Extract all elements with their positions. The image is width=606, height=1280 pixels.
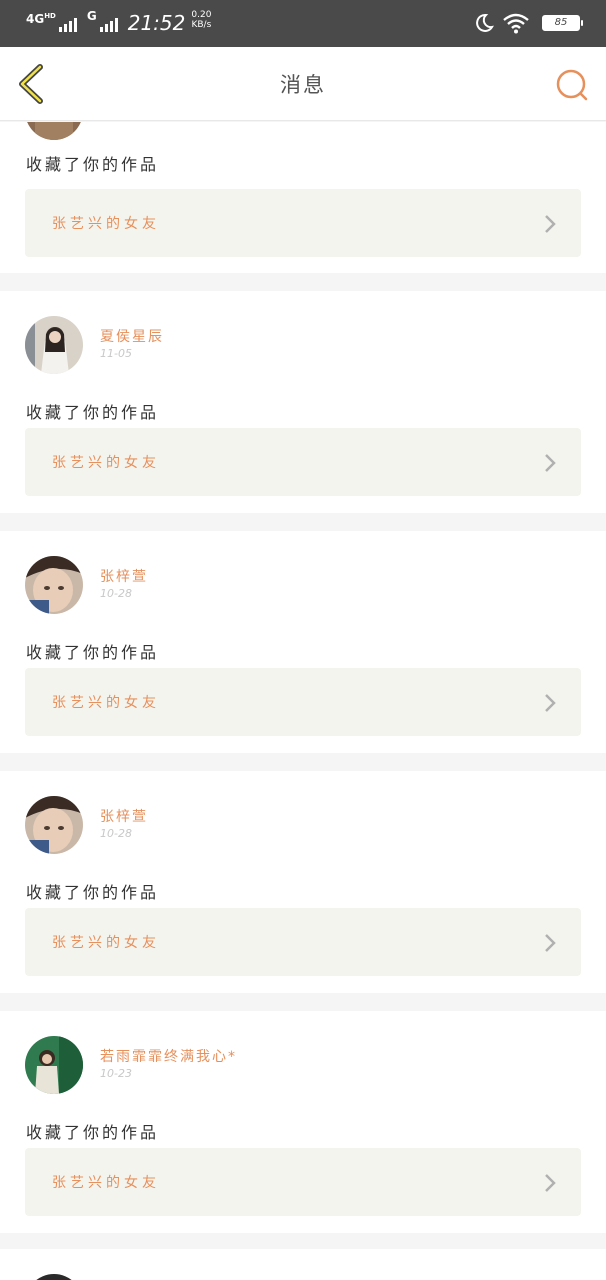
list-item[interactable]: 收藏了你的作品 张艺兴的女友 [0, 122, 606, 273]
chevron-right-icon [545, 934, 556, 952]
avatar [25, 1036, 83, 1094]
notification-action: 收藏了你的作品 [26, 403, 160, 422]
search-icon[interactable] [554, 67, 590, 103]
signal-icon-2 [99, 12, 120, 32]
chevron-right-icon [545, 454, 556, 472]
notification-action: 收藏了你的作品 [26, 155, 160, 174]
work-title: 张艺兴的女友 [52, 1175, 160, 1191]
network-type-2: G [86, 9, 97, 23]
avatar [25, 556, 83, 614]
wifi-icon [503, 13, 529, 34]
avatar [25, 1274, 83, 1280]
avatar [25, 122, 83, 140]
work-title: 张艺兴的女友 [52, 935, 160, 951]
battery-icon: 85 [542, 15, 583, 31]
username[interactable]: 张梓萱 [100, 806, 148, 826]
notification-action: 收藏了你的作品 [26, 1123, 160, 1142]
net-speed: 0.20 KB/s [191, 10, 212, 30]
list-item[interactable]: 张梓萱 10-28 收藏了你的作品 张艺兴的女友 [0, 771, 606, 993]
status-bar: 4GHD G 21:52 0.20 KB/s 85 [0, 0, 606, 47]
work-title: 张艺兴的女友 [52, 455, 160, 471]
notification-action: 收藏了你的作品 [26, 643, 160, 662]
notification-date: 10-23 [100, 1067, 132, 1080]
status-right: 85 [474, 12, 583, 34]
page-title: 消息 [280, 73, 326, 97]
list-item[interactable]: 夏侯星辰 11-05 收藏了你的作品 张艺兴的女友 [0, 291, 606, 513]
chevron-right-icon [545, 694, 556, 712]
work-title: 张艺兴的女友 [52, 216, 160, 232]
avatar [25, 796, 83, 854]
nav-bar: 消息 [0, 47, 606, 121]
work-card[interactable]: 张艺兴的女友 [25, 668, 581, 736]
moon-icon [476, 13, 494, 32]
list-item[interactable]: 张梓萱 10-28 收藏了你的作品 张艺兴的女友 [0, 531, 606, 753]
signal-icon [58, 12, 79, 32]
username[interactable]: 夏侯星辰 [100, 326, 164, 346]
chevron-right-icon [545, 1174, 556, 1192]
notification-date: 10-28 [100, 827, 132, 840]
username[interactable]: 若雨霏霏终满我心* [100, 1046, 237, 1066]
status-left: 4GHD G 21:52 0.20 KB/s [26, 10, 211, 36]
avatar [25, 316, 83, 374]
chevron-right-icon [545, 215, 556, 233]
list-item[interactable]: 若雨霏霏终满我心* 10-23 收藏了你的作品 张艺兴的女友 [0, 1011, 606, 1233]
work-card[interactable]: 张艺兴的女友 [25, 428, 581, 496]
clock: 21:52 [127, 11, 186, 35]
network-type: 4GHD [26, 12, 56, 26]
notification-date: 11-05 [100, 347, 132, 360]
work-title: 张艺兴的女友 [52, 695, 160, 711]
notification-action: 收藏了你的作品 [26, 883, 160, 902]
notification-list: 收藏了你的作品 张艺兴的女友 夏侯星辰 11-05 收藏了你的作品 张艺兴的女友… [0, 122, 606, 1280]
work-card[interactable]: 张艺兴的女友 [25, 189, 581, 257]
work-card[interactable]: 张艺兴的女友 [25, 1148, 581, 1216]
notification-date: 10-28 [100, 587, 132, 600]
username[interactable]: 张梓萱 [100, 566, 148, 586]
list-item[interactable] [0, 1249, 606, 1280]
work-card[interactable]: 张艺兴的女友 [25, 908, 581, 976]
